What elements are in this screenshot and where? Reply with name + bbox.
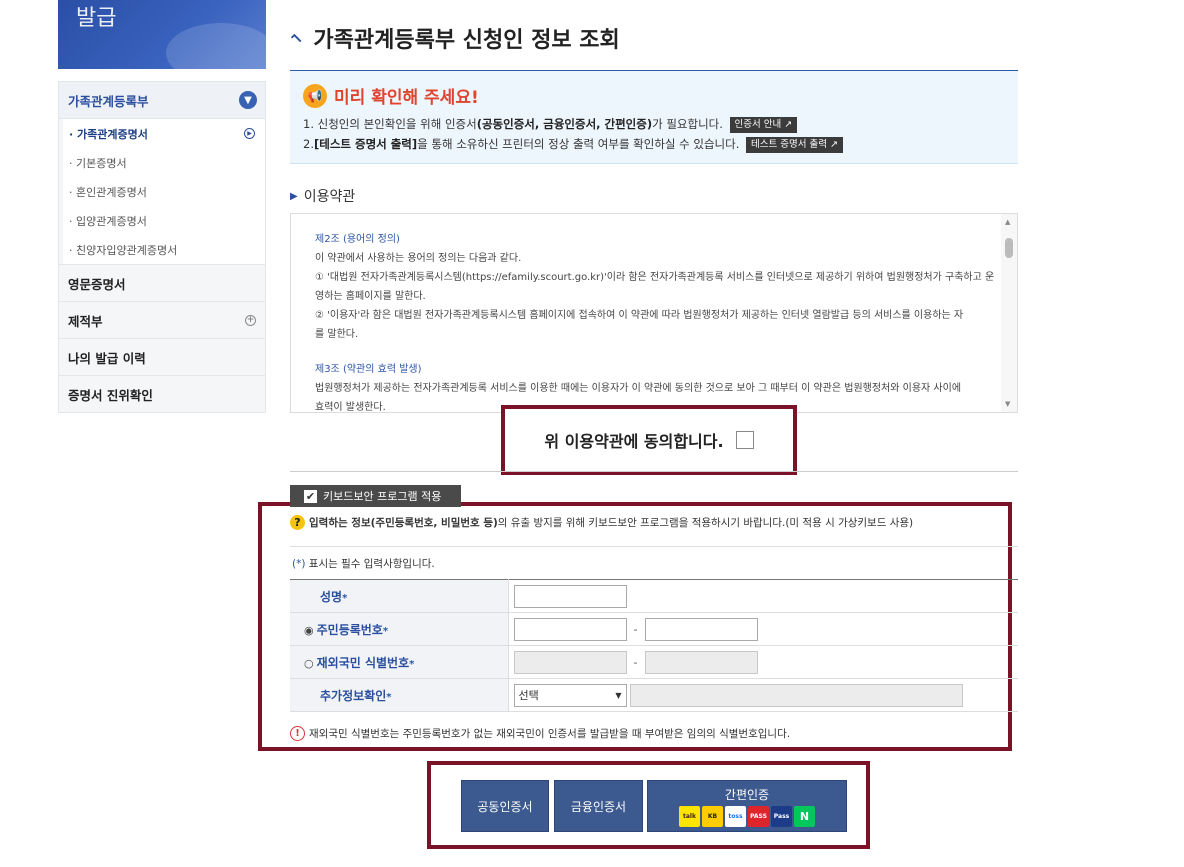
notice-box: 📢 미리 확인해 주세요! 1. 신청인의 본인확인을 위해 인증서(공동인증서… xyxy=(290,70,1018,164)
terms-article-title: 제3조 (약관의 효력 발생) xyxy=(315,364,422,375)
simple-auth-button[interactable]: 간편인증 talk KB toss PASS Pass N xyxy=(647,780,847,832)
naver-icon: N xyxy=(794,805,815,827)
kb-icon: KB xyxy=(702,805,723,827)
extra-info-select[interactable]: 선택 ▼ xyxy=(513,683,627,707)
checkmark-icon: ✔ xyxy=(304,489,317,503)
sidebar-item-removed-register[interactable]: 제적부 + xyxy=(59,301,265,338)
sidebar-item-verify-cert[interactable]: 증명서 진위확인 xyxy=(59,375,265,412)
sidebar-subitem-marriage[interactable]: · 혼인관계증명서 xyxy=(63,177,265,206)
applicant-form-table: 성명* ◉ 주민등록번호* - ○ 재외국민 식별번호* - 추가정보확인* 선택 ▼ xyxy=(290,579,1018,712)
notice-heading: 📢 미리 확인해 주세요! xyxy=(303,83,1005,108)
terms-section-title: ▶ 이용약관 xyxy=(290,189,356,205)
samsung-pass-icon: Pass xyxy=(771,805,792,827)
foreign-id-radio[interactable]: ○ xyxy=(304,657,314,670)
foreign-id-front-input[interactable] xyxy=(513,650,627,674)
joint-cert-button[interactable]: 공동인증서 xyxy=(461,780,549,832)
caret-down-icon: ▼ xyxy=(615,690,622,700)
table-row: 추가정보확인* 선택 ▼ xyxy=(290,678,1018,712)
sidebar-item-english-cert[interactable]: 영문증명서 xyxy=(59,264,265,301)
table-row: ○ 재외국민 식별번호* - xyxy=(290,645,1018,679)
sidebar-subitem-full-adoption[interactable]: · 친양자입양관계증명서 xyxy=(63,235,265,264)
kakao-icon: talk xyxy=(679,805,700,827)
sidebar-item-family-register[interactable]: 가족관계등록부 ▼ xyxy=(59,82,265,119)
foreign-id-back-input[interactable] xyxy=(644,650,758,674)
notice-line-2: 2.[테스트 증명서 출력]을 통해 소유하신 프린터의 정상 출력 여부를 확… xyxy=(303,134,1005,154)
banner-decoration xyxy=(166,23,266,69)
megaphone-icon: 📢 xyxy=(303,83,327,108)
cert-guide-button[interactable]: 인증서 안내 ↗ xyxy=(729,116,798,133)
question-icon: ? xyxy=(290,515,305,530)
sidebar-subitem-adoption[interactable]: · 입양관계증명서 xyxy=(63,206,265,235)
foreign-id-label: ○ 재외국민 식별번호* xyxy=(290,645,509,679)
rrn-radio[interactable]: ◉ xyxy=(304,624,314,637)
divider xyxy=(290,546,1018,547)
sidebar-submenu: · 가족관계증명서 ▶ · 기본증명서 · 혼인관계증명서 · 입양관계증명서 … xyxy=(59,119,265,264)
terms-text: 이 약관에서 사용하는 용어의 정의는 다음과 같다. xyxy=(315,253,522,264)
finance-cert-button[interactable]: 금융인증서 xyxy=(554,780,643,832)
triangle-right-icon: ▶ xyxy=(290,190,298,202)
terms-agree-checkbox[interactable] xyxy=(735,431,754,449)
terms-article-title: 제2조 (용어의 정의) xyxy=(315,234,400,245)
keyboard-notice: ? 입력하는 정보(주민등록번호, 비밀번호 등)의 유출 방지를 위해 키보드… xyxy=(290,515,1018,530)
terms-scroll-box[interactable]: 제2조 (용어의 정의) 이 약관에서 사용하는 용어의 정의는 다음과 같다.… xyxy=(290,213,1018,413)
terms-text: ② '이용자'라 함은 대법원 전자가족관계등록시스템 홈페이지에 접속하여 이… xyxy=(315,310,964,321)
sidebar-nav: 가족관계등록부 ▼ · 가족관계증명서 ▶ · 기본증명서 · 혼인관계증명서 … xyxy=(58,81,266,413)
sidebar-item-issue-history[interactable]: 나의 발급 이력 xyxy=(59,338,265,375)
terms-text: 를 말한다. xyxy=(315,329,359,340)
scroll-up-icon[interactable]: ▲ xyxy=(1005,218,1010,226)
name-input[interactable] xyxy=(513,584,627,608)
divider xyxy=(290,471,1018,472)
arrow-right-icon: ▶ xyxy=(244,128,255,139)
title-bullet-icon: ⌐ xyxy=(285,26,309,50)
terms-agree-frame: 위 이용약관에 동의합니다. xyxy=(501,405,797,475)
rrn-back-input[interactable] xyxy=(644,617,758,641)
rrn-label: ◉ 주민등록번호* xyxy=(290,612,509,646)
simple-auth-logos: talk KB toss PASS Pass N xyxy=(679,805,815,827)
pass-icon: PASS xyxy=(748,805,769,827)
sidebar-subitem-basic[interactable]: · 기본증명서 xyxy=(63,148,265,177)
table-row: 성명* xyxy=(290,579,1018,613)
extra-info-label: 추가정보확인* xyxy=(290,678,509,712)
notice-line-1: 1. 신청인의 본인확인을 위해 인증서(공동인증서, 금융인증서, 간편인증)… xyxy=(303,114,1005,134)
test-print-button[interactable]: 테스트 증명서 출력 ↗ xyxy=(746,136,843,153)
banner-text: 발급 xyxy=(76,6,117,31)
name-label: 성명* xyxy=(290,579,509,613)
sidebar-subitem-family-relation[interactable]: · 가족관계증명서 ▶ xyxy=(63,119,265,148)
chevron-down-icon[interactable]: ▼ xyxy=(239,91,257,109)
required-note: (*) 표시는 필수 입력사항입니다. xyxy=(292,558,435,570)
scroll-down-icon[interactable]: ▼ xyxy=(1005,400,1010,408)
exclamation-icon: ! xyxy=(290,726,305,741)
scroll-thumb[interactable] xyxy=(1005,238,1013,258)
rrn-front-input[interactable] xyxy=(513,617,627,641)
page-title: ⌐ 가족관계등록부 신청인 정보 조회 xyxy=(285,26,620,53)
extra-info-input[interactable] xyxy=(629,683,963,707)
terms-scrollbar[interactable]: ▲ ▼ xyxy=(1001,214,1017,412)
sidebar-head-label: 가족관계등록부 xyxy=(68,93,149,109)
plus-icon[interactable]: + xyxy=(245,314,256,326)
table-row: ◉ 주민등록번호* - xyxy=(290,612,1018,646)
terms-text: ① '대법원 전자가족관계등록시스템(https://efamily.scour… xyxy=(315,272,995,283)
keyboard-security-button[interactable]: ✔ 키보드보안 프로그램 적용 xyxy=(290,485,461,507)
terms-text: 영하는 홈페이지를 말한다. xyxy=(315,291,426,302)
toss-icon: toss xyxy=(725,805,746,827)
terms-agree-label: 위 이용약관에 동의합니다. xyxy=(544,432,724,451)
foreign-id-footnote: ! 재외국민 식별번호는 주민등록번호가 없는 재외국민이 인증서를 발급받을 … xyxy=(290,726,790,741)
terms-text: 법원행정처가 제공하는 전자가족관계등록 서비스를 이용한 때에는 이용자가 이… xyxy=(315,383,962,394)
sidebar-banner: 발급 xyxy=(58,0,266,69)
